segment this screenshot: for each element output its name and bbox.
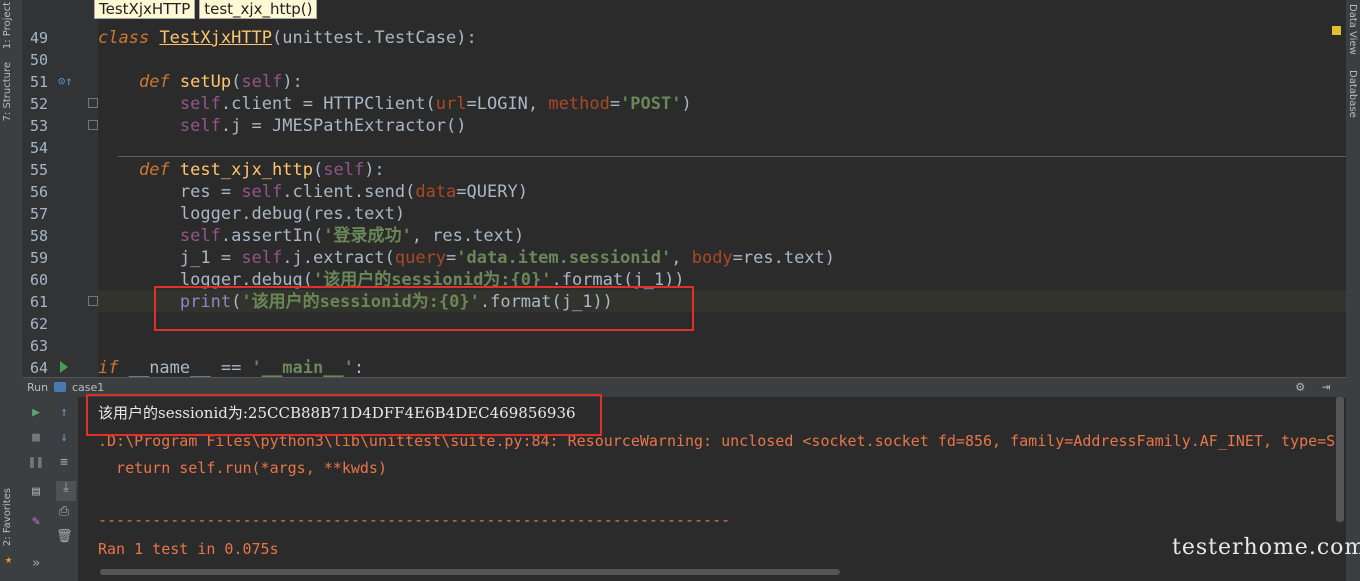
highlight-box-console-output: [86, 394, 602, 436]
project-tab[interactable]: 1: Project: [2, 2, 13, 49]
star-icon: ★: [5, 552, 13, 566]
line-number: 54: [29, 139, 48, 157]
fold-marker-icon[interactable]: [88, 98, 98, 108]
line-number: 60: [29, 271, 48, 289]
code-line: def setUp(self):: [138, 72, 303, 92]
soft-wrap-icon[interactable]: ≡: [56, 456, 72, 470]
favorites-tab[interactable]: 2: Favorites: [2, 488, 13, 546]
line-number: 55: [29, 161, 48, 179]
run-tab-label[interactable]: Run: [27, 381, 48, 394]
method-separator: [118, 156, 1346, 157]
warning-marker-icon[interactable]: [1332, 26, 1341, 35]
code-line: res = self.client.send(data=QUERY): [179, 182, 528, 202]
code-line: def test_xjx_http(self):: [138, 160, 385, 180]
fold-marker-icon[interactable]: [88, 120, 98, 130]
down-arrow-icon[interactable]: ↓: [56, 431, 72, 445]
console-horizontal-scrollbar[interactable]: [100, 569, 840, 575]
line-number: 63: [29, 337, 48, 355]
hide-panel-icon[interactable]: ⇥: [1322, 379, 1330, 395]
line-number: 49: [29, 29, 48, 47]
more-icon[interactable]: »: [28, 557, 44, 571]
code-line: j_1 = self.j.extract(query='data.item.se…: [179, 248, 836, 268]
line-number: 50: [29, 51, 48, 69]
line-number: 53: [29, 117, 48, 135]
line-number: 59: [29, 249, 48, 267]
code-line: logger.debug(res.text): [179, 204, 406, 224]
console-line-traceback: return self.run(*args, **kwds): [98, 459, 387, 477]
pause-icon[interactable]: ❚❚: [28, 456, 44, 470]
console-line-result: Ran 1 test in 0.075s: [98, 540, 279, 558]
breadcrumb-class[interactable]: TestXjxHTTP: [94, 0, 196, 19]
line-number: 61: [29, 293, 48, 311]
data-view-tab[interactable]: Data View: [1347, 4, 1358, 55]
left-tool-strip: 1: Project 7: Structure 2: Favorites ★: [0, 0, 23, 581]
run-toolbar: ▶ ↑ ■ ↓ ❚❚ ≡ ▤ ⤓ ✎ ⎙ 🗑 »: [22, 397, 78, 581]
pin-icon[interactable]: ✎: [28, 515, 44, 529]
line-number: 51: [29, 73, 48, 91]
run-gutter-icon[interactable]: [60, 361, 68, 373]
line-number: 62: [29, 315, 48, 333]
console-vertical-scrollbar[interactable]: [1336, 397, 1344, 522]
trash-icon[interactable]: 🗑: [56, 530, 73, 544]
fold-marker-icon[interactable]: [88, 296, 98, 306]
code-line: self.assertIn('登录成功', res.text): [179, 226, 525, 246]
line-number: 56: [29, 183, 48, 201]
code-line: self.client = HTTPClient(url=LOGIN, meth…: [179, 94, 692, 114]
highlight-box-print-line: [154, 286, 694, 331]
override-icon[interactable]: ⊙↑: [58, 74, 72, 88]
stop-icon[interactable]: ■: [28, 431, 44, 445]
line-number: 52: [29, 95, 48, 113]
watermark: testerhome.com: [1172, 535, 1360, 560]
line-number: 57: [29, 205, 48, 223]
line-number: 58: [29, 227, 48, 245]
code-line: self.j = JMESPathExtractor(): [179, 116, 467, 136]
scroll-to-end-icon[interactable]: ⤓: [56, 481, 76, 501]
code-line: class TestXjxHTTP(unittest.TestCase):: [98, 28, 477, 48]
console-line-divider: ----------------------------------------…: [98, 511, 731, 529]
up-arrow-icon[interactable]: ↑: [56, 406, 72, 420]
breadcrumb-method[interactable]: test_xjx_http(): [199, 0, 318, 19]
line-number: 64: [29, 359, 48, 377]
print-icon[interactable]: ⎙: [56, 505, 72, 519]
rerun-icon[interactable]: ▶: [28, 406, 44, 420]
line-number-gutter: 49 50 51 52 53 54 55 56 57 58 59 60 61 6…: [22, 0, 98, 377]
code-line: if __name__ == '__main__':: [98, 358, 365, 377]
structure-tab[interactable]: 7: Structure: [2, 62, 13, 121]
database-tab[interactable]: Database: [1347, 70, 1358, 118]
python-icon: [54, 382, 66, 392]
settings-gear-icon[interactable]: ⚙: [1296, 379, 1304, 395]
right-tool-strip: Data View Database: [1346, 0, 1360, 581]
run-config-label[interactable]: case1: [72, 381, 104, 394]
layout-icon[interactable]: ▤: [28, 485, 44, 499]
breadcrumb: TestXjxHTTP test_xjx_http(): [94, 0, 318, 19]
